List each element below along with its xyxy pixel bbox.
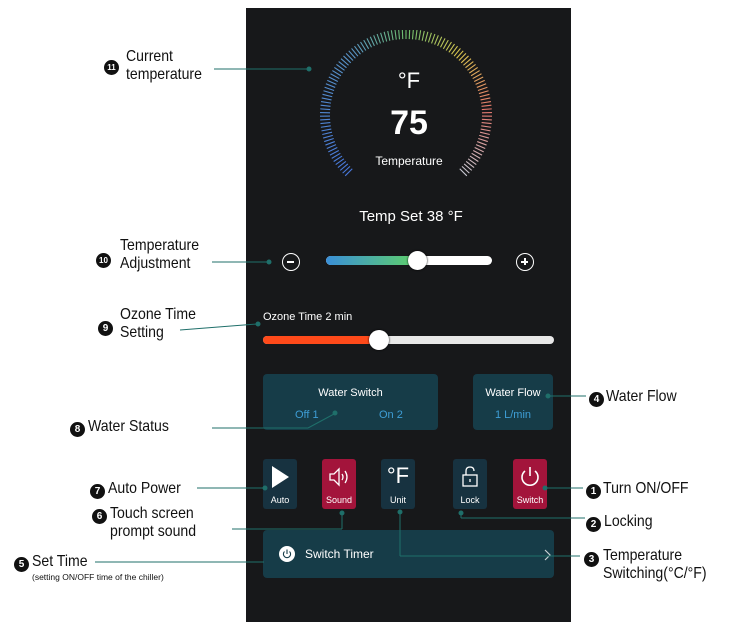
- annotation-temperature-switching: Temperature Switching(°C/°F): [603, 547, 707, 582]
- annotation-ozone-time-setting: Ozone Time Setting: [120, 306, 196, 341]
- annotation-water-flow: Water Flow: [606, 388, 677, 405]
- badge-1: 1: [586, 481, 601, 499]
- annotation-auto-power: Auto Power: [108, 480, 181, 497]
- badge-8: 8: [70, 419, 85, 437]
- badge-6: 6: [92, 506, 107, 524]
- annotation-water-status: Water Status: [88, 418, 169, 435]
- badge-7: 7: [90, 481, 105, 499]
- annotation-touch-sound: Touch screen prompt sound: [110, 505, 197, 540]
- annotation-current-temperature: Current temperature: [126, 48, 202, 83]
- badge-5: 5: [14, 554, 29, 572]
- annotation-set-time-sub: (setting ON/OFF time of the chiller): [32, 572, 164, 582]
- badge-3: 3: [584, 549, 599, 567]
- annotation-locking: Locking: [604, 513, 653, 530]
- badge-2: 2: [586, 514, 601, 532]
- badge-9: 9: [98, 318, 113, 336]
- annotation-set-time: Set Time: [32, 553, 88, 570]
- annotation-temperature-adjustment: Temperature Adjustment: [120, 237, 200, 272]
- badge-11: 11: [104, 57, 119, 75]
- annotation-turn-on-off: Turn ON/OFF: [603, 480, 689, 497]
- badge-4: 4: [589, 389, 604, 407]
- badge-10: 10: [96, 250, 111, 268]
